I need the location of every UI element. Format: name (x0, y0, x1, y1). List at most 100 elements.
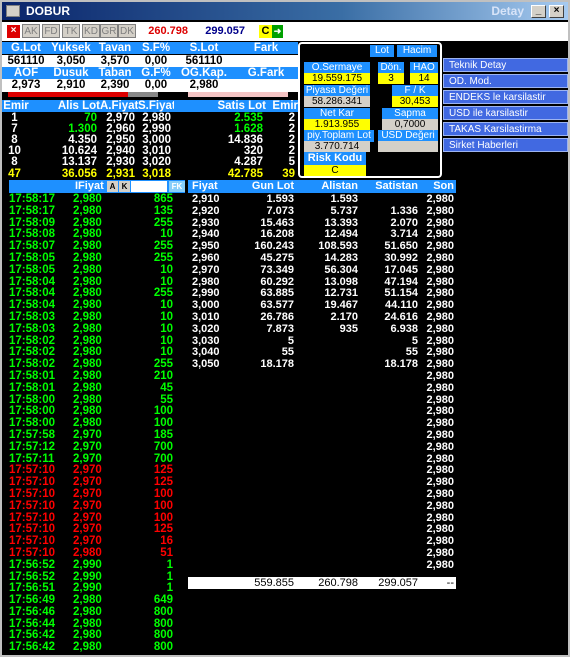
depth-cell: 5 (288, 156, 295, 168)
toolbar-btn-fd[interactable]: FD (42, 24, 60, 38)
grid-header-cell[interactable]: Gun Lot (246, 180, 294, 192)
trade-price: 2,990 (73, 582, 102, 595)
trade-row: 17:57:10 2,970 125 (9, 523, 185, 535)
header-cell: Tavan (92, 42, 138, 54)
grid-header-cell[interactable]: Alistan (310, 180, 358, 192)
trade-price: 2,980 (73, 369, 102, 382)
trades-fk-button[interactable]: FK (169, 181, 185, 192)
depth-header-cell[interactable]: Emir (266, 100, 298, 112)
trade-lot: 100 (153, 417, 173, 430)
trade-lot: 255 (153, 358, 173, 371)
grid-cell: 55 (281, 346, 294, 359)
side-menu-item[interactable]: USD ile karsilastir (443, 106, 568, 120)
toolbar-btn-ak[interactable]: AK (22, 24, 40, 38)
trade-lot: 800 (153, 641, 173, 653)
header-cell: 561110 (2, 55, 50, 67)
trade-time: 17:56:42 (9, 629, 56, 642)
depth-header-cell[interactable]: S.Fiyat (138, 100, 176, 112)
trade-price: 2,980 (73, 310, 102, 323)
grid-row: 2,980 (188, 535, 456, 547)
grid-cell: 2,910 (192, 193, 220, 205)
trade-time: 17:58:01 (9, 381, 56, 394)
trade-row: 17:57:10 2,970 125 (9, 464, 185, 476)
grid-cell: 2,980 (426, 216, 454, 229)
grid-row: 2,980 (188, 464, 456, 476)
trade-time: 17:58:17 (9, 204, 56, 217)
trade-row: 17:56:46 2,980 800 (9, 606, 185, 618)
header-row1-labels: G.Lot Yuksek Tavan S.F% S.Lot Fark (2, 42, 298, 55)
grid-cell: 16.208 (260, 228, 294, 241)
title-bar[interactable]: DOBUR Detay _ × (2, 2, 568, 20)
grid-cell: 18.178 (260, 358, 294, 371)
trade-lot: 10 (160, 310, 173, 323)
grid-cell: 2,950 (192, 240, 220, 253)
grid-row: 3,000 63.577 19.467 44.110 2,980 (188, 299, 456, 311)
trade-row: 17:58:02 2,980 10 (9, 335, 185, 347)
grid-cell: 51.650 (384, 240, 418, 253)
trades-a-button[interactable]: A (107, 181, 118, 192)
trade-time: 17:56:52 (9, 570, 56, 583)
trade-price: 2,980 (73, 546, 102, 559)
grid-row: 2,980 (188, 382, 456, 394)
toolbar-btn-kd[interactable]: KD (82, 24, 100, 38)
grid-cell: 7.873 (266, 322, 294, 335)
trade-time: 17:58:04 (9, 275, 56, 288)
trade-time: 17:57:10 (9, 546, 56, 559)
grid-cell: 12.731 (324, 287, 358, 300)
depth-header-cell[interactable]: Satis Lot (174, 100, 266, 112)
arrow-right-icon[interactable]: ➜ (272, 25, 283, 38)
hacim-button[interactable]: Hacim (397, 45, 437, 57)
toolbar-btn-gr[interactable]: GR (100, 24, 118, 38)
minimize-icon[interactable]: _ (531, 5, 546, 18)
header-cell: 3,050 (50, 55, 92, 67)
summary-panel: G.Lot Yuksek Tavan S.F% S.Lot Fark 561110 3,050… (2, 42, 298, 182)
header-cell: Taban (92, 67, 138, 79)
grid-cell: 2,930 (192, 216, 220, 229)
trade-row: 17:57:10 2,970 100 (9, 512, 185, 524)
grid-cell: 63.885 (260, 287, 294, 300)
trade-row: 17:58:04 2,980 10 (9, 299, 185, 311)
trade-price: 2,980 (73, 629, 102, 642)
depth-header-cell[interactable]: A.Fiyat (100, 100, 138, 112)
header-cell: 3,570 (92, 55, 138, 67)
toolbar-btn-dk[interactable]: DK (118, 24, 136, 38)
grid-row: 3,030 5 5 2,980 (188, 335, 456, 347)
trade-lot: 649 (153, 594, 173, 607)
toolbar-btn-tk[interactable]: TK (62, 24, 80, 38)
close-icon[interactable]: × (549, 5, 564, 18)
grid-header-cell[interactable]: Satistan (374, 180, 418, 192)
grid-cell: 2,940 (192, 228, 220, 241)
grid-cell: 2,980 (426, 523, 454, 536)
depth-cell: 2,930 (106, 156, 135, 168)
depth-total-cell: 42.785 (227, 168, 263, 180)
toolbar-c-button[interactable]: C (259, 25, 272, 38)
trade-price: 2,980 (73, 358, 102, 371)
trade-lot: 100 (153, 405, 173, 418)
trade-time: 17:58:17 (9, 193, 56, 205)
grid-header-cell[interactable]: Son (424, 180, 454, 192)
side-menu-item[interactable]: ENDEKS le karsilastir (443, 90, 568, 104)
grid-row: 2,980 (188, 370, 456, 382)
grid-cell: 47.194 (384, 275, 418, 288)
trades-k-button[interactable]: K (119, 181, 130, 192)
trade-time: 17:57:10 (9, 476, 56, 489)
grid-header-cell[interactable]: Fiyat (192, 180, 228, 192)
grid-row: 2,980 (188, 441, 456, 453)
side-menu-item[interactable]: Sirket Haberleri (443, 138, 568, 152)
side-menu-item[interactable]: OD. Mod. (443, 74, 568, 88)
trade-row: 17:57:12 2,970 700 (9, 441, 185, 453)
depth-header-cell[interactable]: Emir (2, 100, 30, 112)
grid-cell: 2.170 (330, 310, 358, 323)
depth-header-cell[interactable]: Alis Lot (30, 100, 100, 112)
trades-price-header[interactable]: IFiyat (75, 180, 104, 192)
grid-cell: 1.336 (390, 204, 418, 217)
side-menu-item[interactable]: TAKAS Karsilastirma (443, 122, 568, 136)
grid-cell: 2,980 (426, 393, 454, 406)
toolbar-close-icon[interactable]: × (7, 25, 20, 38)
grid-row: 3,050 18.178 18.178 2,980 (188, 358, 456, 370)
grid-cell: 45.275 (260, 251, 294, 264)
trade-lot: 125 (153, 523, 173, 536)
lot-button[interactable]: Lot (370, 45, 394, 57)
trades-filter-input[interactable] (131, 181, 167, 192)
side-menu-item[interactable]: Teknik Detay (443, 58, 568, 72)
